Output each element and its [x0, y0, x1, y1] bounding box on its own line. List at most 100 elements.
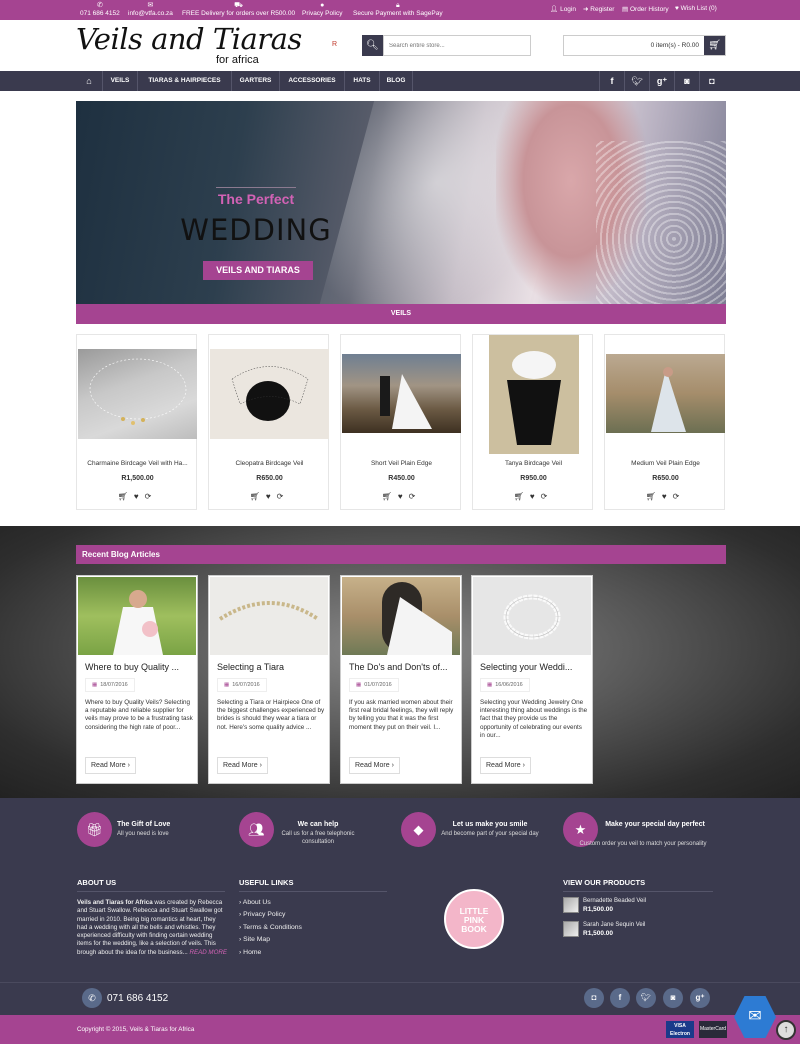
twitter-icon[interactable]: 🐦︎ [624, 71, 649, 91]
topbar-phone[interactable]: ✆ 071 686 4152 [80, 1, 120, 18]
search-input[interactable] [383, 35, 531, 56]
compare-icon[interactable]: ⟳ [277, 492, 290, 501]
wishlist-icon[interactable]: ♥ [134, 492, 145, 501]
nav-home[interactable]: ⌂ [76, 71, 103, 91]
blog-date: ▦ 01/07/2016 [349, 678, 399, 692]
product-name[interactable]: Short Veil Plain Edge [343, 460, 460, 467]
blog-title[interactable]: The Do's and Don'ts of... [349, 662, 455, 672]
hero-banner[interactable]: The Perfect WEDDING VEILS AND TIARAS [76, 101, 726, 304]
nav-item-veils[interactable]: VEILS [103, 71, 138, 91]
topbar-privacy[interactable]: ● Privacy Policy [302, 1, 342, 18]
product-thumbnail[interactable] [563, 921, 579, 937]
add-to-cart-icon[interactable]: 🛒︎ [118, 492, 134, 501]
blog-image[interactable] [342, 577, 460, 655]
nav-item-accessories[interactable]: ACCESSORIES [280, 71, 345, 91]
footer-link-sitemap[interactable]: › Site Map [239, 936, 270, 943]
wishlist-icon[interactable]: ♥ [398, 492, 409, 501]
product-name[interactable]: Medium Veil Plain Edge [607, 460, 724, 467]
twitter-icon[interactable]: 🐦︎ [636, 988, 656, 1008]
login-link[interactable]: 👤︎ Login [550, 5, 576, 13]
add-to-cart-icon[interactable]: 🛒︎ [646, 492, 662, 501]
nav-item-hats[interactable]: HATS [345, 71, 380, 91]
footer-link-privacy[interactable]: › Privacy Policy [239, 911, 285, 918]
wishlist-icon[interactable]: ♥ [266, 492, 277, 501]
google-plus-icon[interactable]: g⁺ [649, 71, 674, 91]
blog-card[interactable]: Where to buy Quality ... ▦ 18/07/2016 Whe… [76, 575, 198, 784]
read-more-button[interactable]: Read More › [349, 757, 400, 774]
footer-link-home[interactable]: › Home [239, 949, 261, 956]
footer-link-terms[interactable]: › Terms & Conditions [239, 924, 302, 931]
product-card[interactable]: Cleopatra Birdcage Veil R650.00 🛒︎♥⟳ [208, 334, 329, 510]
blog-title[interactable]: Selecting a Tiara [217, 662, 323, 672]
compare-icon[interactable]: ⟳ [673, 492, 686, 501]
footer-phone[interactable]: 071 686 4152 [107, 993, 168, 1004]
cart-button[interactable]: 0 item(s) - R0.00 🛒︎ [563, 35, 726, 56]
about-read-more-link[interactable]: READ MORE [190, 949, 227, 956]
compare-icon[interactable]: ⟳ [145, 492, 158, 501]
add-to-cart-icon[interactable]: 🛒︎ [514, 492, 530, 501]
blog-image[interactable] [78, 577, 196, 655]
topbar-email[interactable]: ✉ info@vtfa.co.za [128, 1, 173, 18]
product-actions: 🛒︎♥⟳ [341, 492, 462, 501]
add-to-cart-icon[interactable]: 🛒︎ [250, 492, 266, 501]
product-card[interactable]: Medium Veil Plain Edge R650.00 🛒︎♥⟳ [604, 334, 725, 510]
product-name[interactable]: Tanya Birdcage Veil [475, 460, 592, 467]
blog-card[interactable]: The Do's and Don'ts of... ▦ 01/07/2016 If… [340, 575, 462, 784]
compare-icon[interactable]: ⟳ [541, 492, 554, 501]
topbar-delivery: ⛟ FREE Delivery for orders over R500.00 [182, 2, 296, 17]
search-button[interactable]: 🔍︎ [362, 35, 383, 56]
register-link[interactable]: ➜ Register [583, 5, 614, 13]
product-image[interactable] [489, 335, 579, 454]
instagram-icon[interactable]: ◘ [584, 988, 604, 1008]
facebook-icon[interactable]: f [610, 988, 630, 1008]
add-to-cart-icon[interactable]: 🛒︎ [382, 492, 398, 501]
product-price: R1,500.00 [121, 475, 154, 482]
footer-product-name[interactable]: Sarah Jane Sequin Veil [583, 922, 645, 928]
blog-card[interactable]: Selecting your Weddi... ▦ 16/06/2016 Sele… [471, 575, 593, 784]
hero-headline: WEDDING [180, 213, 332, 247]
read-more-button[interactable]: Read More › [85, 757, 136, 774]
blog-image[interactable] [473, 577, 591, 655]
facebook-icon[interactable]: f [599, 71, 624, 91]
product-price: R450.00 [388, 475, 415, 482]
feature-title: The Gift of Love [117, 821, 171, 828]
product-name[interactable]: Charmaine Birdcage Veil with Ha... [79, 460, 196, 467]
wishlist-icon[interactable]: ♥ [530, 492, 541, 501]
product-image[interactable] [342, 354, 461, 433]
nav-item-tiaras[interactable]: TIARAS & HAIRPIECES [138, 71, 232, 91]
footer-product-name[interactable]: Bernadette Beaded Veil [583, 898, 646, 904]
product-image[interactable] [78, 349, 197, 439]
hero-button[interactable]: VEILS AND TIARAS [203, 261, 313, 280]
logo[interactable]: Veils and Tiaras [76, 24, 302, 54]
scroll-top-icon[interactable]: ↑ [776, 1020, 796, 1040]
instagram-icon[interactable]: ◘ [699, 71, 724, 91]
stumble-icon[interactable]: ◙ [663, 988, 683, 1008]
read-more-button[interactable]: Read More › [217, 757, 268, 774]
footer-divider [0, 982, 800, 983]
product-card[interactable]: Charmaine Birdcage Veil with Ha... R1,50… [76, 334, 197, 510]
stumble-icon[interactable]: ◙ [674, 71, 699, 91]
product-card[interactable]: Tanya Birdcage Veil R950.00 🛒︎♥⟳ [472, 334, 593, 510]
compare-icon[interactable]: ⟳ [409, 492, 422, 501]
product-card[interactable]: Short Veil Plain Edge R450.00 🛒︎♥⟳ [340, 334, 461, 510]
footer-link-about[interactable]: › About Us [239, 899, 271, 906]
read-more-button[interactable]: Read More › [480, 757, 531, 774]
order-history-link[interactable]: ▤ Order History [622, 5, 669, 13]
blog-image[interactable] [210, 577, 328, 655]
little-pink-book-badge[interactable]: LITTLE PINK BOOK [444, 889, 504, 949]
wish-list-link[interactable]: ♥ Wish List (0) [675, 5, 717, 12]
cart-icon: 🛒︎ [704, 36, 725, 55]
blog-card[interactable]: Selecting a Tiara ▦ 16/07/2016 Selecting … [208, 575, 330, 784]
product-image[interactable] [210, 349, 329, 439]
product-name[interactable]: Cleopatra Birdcage Veil [211, 460, 328, 467]
nav-item-garters[interactable]: GARTERS [232, 71, 280, 91]
privacy-icon: ● [320, 2, 325, 9]
product-image[interactable] [606, 354, 725, 433]
nav-item-blog[interactable]: BLOG [380, 71, 413, 91]
mail-icon: ✉ [147, 2, 154, 9]
google-plus-icon[interactable]: g⁺ [690, 988, 710, 1008]
wishlist-icon[interactable]: ♥ [662, 492, 673, 501]
blog-title[interactable]: Selecting your Weddi... [480, 662, 586, 672]
product-thumbnail[interactable] [563, 897, 579, 913]
blog-title[interactable]: Where to buy Quality ... [85, 662, 191, 672]
